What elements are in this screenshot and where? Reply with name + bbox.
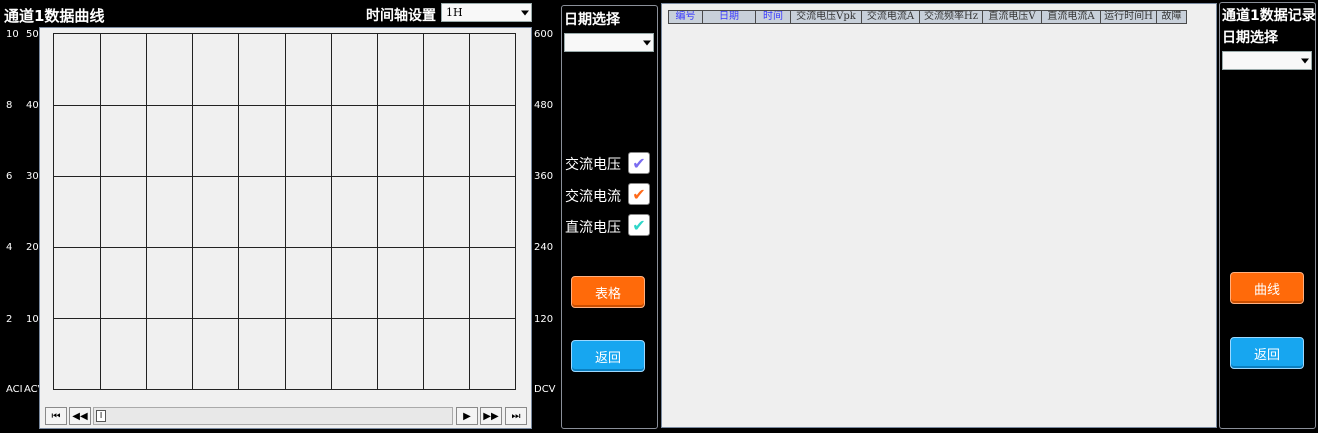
- chevron-down-icon: [643, 40, 651, 45]
- check-label-ac-voltage: 交流电压: [565, 157, 621, 173]
- fast-forward-button[interactable]: ▶▶: [480, 407, 502, 425]
- grid-horizontal-line: [54, 105, 515, 106]
- y-right-tick-label: 480: [534, 100, 554, 111]
- table-header-cell[interactable]: 日期: [703, 10, 756, 24]
- date-select[interactable]: [564, 33, 654, 52]
- record-date-select[interactable]: [1222, 51, 1312, 70]
- grid-vertical-line: [238, 34, 239, 389]
- checkmark-icon: ✔: [632, 153, 646, 173]
- table-header-row: 编号 日期 时间 交流电压Vpk 交流电流A 交流频率Hz 直流电压V 直流电流A 运行时间H 故…: [668, 10, 1187, 24]
- y-left-outer-tick-label: 6: [6, 171, 13, 182]
- table-header-cell[interactable]: 运行时间H: [1101, 10, 1157, 24]
- grid-vertical-line: [146, 34, 147, 389]
- y-right-tick-label: 120: [534, 314, 554, 325]
- table-header-cell[interactable]: 直流电流A: [1042, 10, 1101, 24]
- checkmark-icon: ✔: [632, 184, 646, 204]
- y-left-outer-tick-label: 8: [6, 100, 13, 111]
- table-header-cell[interactable]: 交流电压Vpk: [791, 10, 862, 24]
- y-left-inner-tick-label: 50: [26, 29, 39, 40]
- checkbox-ac-voltage[interactable]: ✔: [628, 152, 650, 174]
- y-left-outer-tick-label: 10: [6, 29, 19, 40]
- y-left-inner-tick-label: 10: [26, 314, 39, 325]
- record-title: 通道1数据记录: [1222, 8, 1316, 24]
- y-right-tick-label: 600: [534, 29, 554, 40]
- curve-button[interactable]: 曲线: [1230, 272, 1304, 304]
- record-date-label: 日期选择: [1222, 30, 1278, 46]
- chart-grid[interactable]: [53, 33, 516, 390]
- y-right-tick-label: 360: [534, 171, 554, 182]
- checkmark-icon: ✔: [632, 215, 646, 235]
- timeaxis-label: 时间轴设置: [366, 8, 436, 24]
- grid-vertical-line: [285, 34, 286, 389]
- grid-vertical-line: [192, 34, 193, 389]
- last-page-button[interactable]: ⏭: [505, 407, 527, 425]
- check-label-ac-current: 交流电流: [565, 189, 621, 205]
- table-header-cell[interactable]: 编号: [668, 10, 703, 24]
- data-table: 编号 日期 时间 交流电压Vpk 交流电流A 交流频率Hz 直流电压V 直流电流A 运行时间H 故…: [661, 3, 1217, 428]
- grid-vertical-line: [377, 34, 378, 389]
- y-left-outer-tick-label: 2: [6, 314, 13, 325]
- grid-horizontal-line: [54, 247, 515, 248]
- axis-label-dcv: DCV: [534, 384, 556, 395]
- play-button[interactable]: ▶: [456, 407, 478, 425]
- y-right-tick-label: 240: [534, 242, 554, 253]
- table-header-cell[interactable]: 直流电压V: [983, 10, 1042, 24]
- timeaxis-value: 1H: [446, 6, 463, 19]
- grid-vertical-line: [469, 34, 470, 389]
- checkbox-dc-voltage[interactable]: ✔: [628, 214, 650, 236]
- scrollbar-thumb[interactable]: I: [96, 410, 106, 422]
- chevron-down-icon: [1301, 58, 1309, 63]
- rewind-button[interactable]: ◀◀: [69, 407, 91, 425]
- y-left-outer-tick-label: 4: [6, 242, 13, 253]
- chart-title: 通道1数据曲线: [4, 7, 105, 25]
- grid-horizontal-line: [54, 318, 515, 319]
- y-left-inner-tick-label: 20: [26, 242, 39, 253]
- y-left-inner-tick-label: 30: [26, 171, 39, 182]
- grid-horizontal-line: [54, 176, 515, 177]
- first-page-button[interactable]: ⏮: [45, 407, 67, 425]
- grid-vertical-line: [100, 34, 101, 389]
- table-header-cell[interactable]: 时间: [756, 10, 791, 24]
- check-label-dc-voltage: 直流电压: [565, 220, 621, 236]
- record-back-button[interactable]: 返回: [1230, 337, 1304, 369]
- timeaxis-select[interactable]: 1H: [441, 3, 532, 22]
- back-button[interactable]: 返回: [571, 340, 645, 372]
- date-select-label: 日期选择: [564, 12, 620, 28]
- table-header-cell[interactable]: 故障: [1157, 10, 1187, 24]
- grid-vertical-line: [331, 34, 332, 389]
- axis-label-aci: ACI: [6, 384, 23, 395]
- table-button[interactable]: 表格: [571, 276, 645, 308]
- y-left-inner-tick-label: 40: [26, 100, 39, 111]
- table-header-cell[interactable]: 交流频率Hz: [920, 10, 983, 24]
- table-header-cell[interactable]: 交流电流A: [862, 10, 920, 24]
- chevron-down-icon: [521, 10, 529, 15]
- timeline-scrollbar[interactable]: I: [93, 407, 453, 425]
- grid-vertical-line: [423, 34, 424, 389]
- checkbox-ac-current[interactable]: ✔: [628, 183, 650, 205]
